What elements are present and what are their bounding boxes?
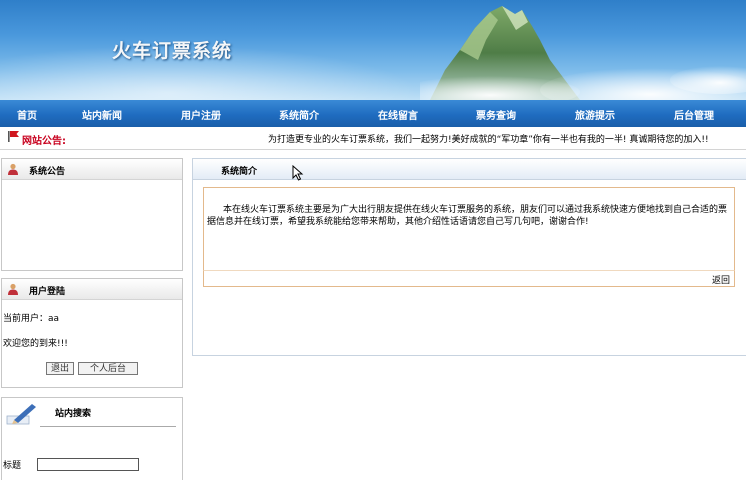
back-link[interactable]: 返回: [712, 273, 730, 286]
notice-label: 网站公告:: [22, 136, 66, 147]
search-field-label: 标题: [3, 461, 22, 471]
nav-news[interactable]: 站内新闻: [82, 107, 122, 122]
nav-messages[interactable]: 在线留言: [378, 107, 418, 122]
announcement-header: 系统公告: [2, 159, 182, 180]
nav-travel-tips[interactable]: 旅游提示: [575, 107, 615, 122]
logout-button[interactable]: 退出: [46, 362, 74, 375]
personal-backend-button[interactable]: 个人后台: [78, 362, 138, 375]
login-header: 用户登陆: [2, 279, 182, 300]
content-box: 本在线火车订票系统主要是为广大出行朋友提供在线火车订票服务的系统，朋友们可以通过…: [203, 187, 735, 271]
content-body: 本在线火车订票系统主要是为广大出行朋友提供在线火车订票服务的系统，朋友们可以通过…: [207, 205, 728, 227]
login-title: 用户登陆: [29, 287, 66, 297]
notice-marquee: 为打造更专业的火车订票系统，我们一起努力!美好成就的“军功章”你有一半也有我的一…: [268, 135, 709, 145]
mouse-cursor-icon: [292, 165, 304, 181]
search-title-input[interactable]: [37, 458, 139, 471]
welcome-text: 欢迎您的到来!!!: [3, 339, 68, 349]
nav-home[interactable]: 首页: [17, 107, 37, 122]
pencil-icon: [6, 404, 36, 425]
login-panel: 用户登陆 当前用户：aa 欢迎您的到来!!! 退出 个人后台: [1, 278, 183, 388]
main-nav: 首页 站内新闻 用户注册 系统简介 在线留言 票务查询 旅游提示 后台管理: [0, 100, 746, 127]
current-user-row: 当前用户：aa: [3, 311, 59, 324]
nav-register[interactable]: 用户注册: [181, 107, 221, 122]
nav-about[interactable]: 系统简介: [279, 107, 319, 122]
nav-ticket-query[interactable]: 票务查询: [476, 107, 516, 122]
announcement-panel: 系统公告: [1, 158, 183, 271]
content-header: 系统简介: [193, 159, 746, 180]
content-panel: 系统简介 本在线火车订票系统主要是为广大出行朋友提供在线火车订票服务的系统，朋友…: [192, 158, 746, 356]
content-footer: 返回: [203, 270, 735, 287]
search-divider: [40, 426, 176, 427]
announcement-title: 系统公告: [29, 167, 66, 177]
current-user-name: aa: [48, 314, 60, 324]
search-title: 站内搜索: [55, 409, 92, 419]
current-user-label: 当前用户：: [3, 314, 49, 324]
mountain-image: [420, 6, 746, 100]
content-title: 系统简介: [221, 167, 258, 177]
flag-icon: [8, 131, 19, 142]
site-title: 火车订票系统: [112, 40, 233, 62]
nav-admin[interactable]: 后台管理: [674, 107, 714, 122]
search-panel: 站内搜索 标题: [1, 397, 183, 480]
header-banner: 火车订票系统: [0, 0, 746, 100]
user-icon: [8, 283, 18, 295]
notice-bar: 网站公告: 为打造更专业的火车订票系统，我们一起努力!美好成就的“军功章”你有一…: [0, 127, 746, 150]
user-icon: [8, 163, 18, 175]
